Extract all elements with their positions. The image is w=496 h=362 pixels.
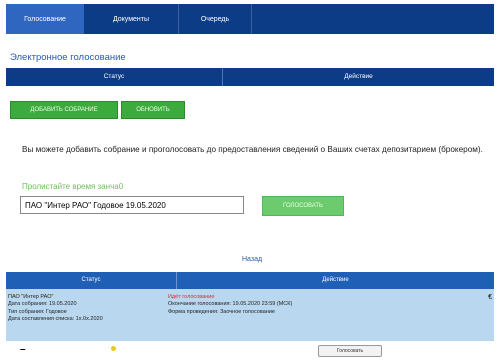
table-row[interactable]: ПАО "Интер РАО" Дата собрания: 19.05.202… [6, 289, 494, 341]
vote-button[interactable]: ГОЛОСОВАТЬ [262, 196, 344, 216]
column-action: Действие [322, 277, 349, 283]
column-action: Действие [344, 73, 373, 80]
deadline-text: Окончание голосования: 19.05.2020 23:59 … [168, 301, 293, 308]
back-link[interactable]: Назад [242, 256, 262, 263]
bottom-table-header: Статус Действие [6, 272, 494, 289]
form-text: Форма проведения: Заочное голосование [168, 308, 275, 315]
prompt-label: Пролистайте время занча0 [22, 182, 124, 191]
column-status: Статус [6, 68, 223, 86]
vote-row-button[interactable]: Голосовать [318, 345, 382, 357]
tab-voting[interactable]: Голосование [6, 4, 84, 34]
page-title: Электронное голосование [10, 52, 126, 63]
tab-queue[interactable]: Очередь [179, 4, 252, 34]
top-tabs: Голосование Документы Очередь [6, 4, 494, 34]
collapse-icon[interactable]: – [20, 344, 26, 355]
refresh-button[interactable]: ОБНОВИТЬ [121, 101, 185, 119]
meeting-date: Дата собрания: 19.05.2020 [8, 301, 77, 308]
meeting-type: Тип собрания: Годовое [8, 308, 67, 315]
status-dot-icon [111, 346, 116, 351]
row-marker: € [488, 294, 492, 301]
status-text: Идёт голосование [168, 294, 215, 300]
issuer-name: ПАО "Интер РАО" [8, 294, 54, 300]
meeting-input[interactable] [20, 196, 244, 214]
meeting-status: Идёт голосование Окончание голосования: … [168, 294, 468, 316]
top-table-header: Статус Действие [6, 68, 494, 86]
column-status: Статус [6, 272, 177, 289]
list-date: Дата составления списка: 1х.0х.2020 [8, 316, 103, 323]
info-text: Вы можете добавить собрание и проголосов… [22, 145, 483, 154]
tab-documents[interactable]: Документы [84, 4, 179, 34]
row-footer: – Голосовать [6, 341, 494, 359]
add-meeting-button[interactable]: ДОБАВИТЬ СОБРАНИЕ [10, 101, 118, 119]
meeting-info: ПАО "Интер РАО" Дата собрания: 19.05.202… [8, 294, 168, 324]
